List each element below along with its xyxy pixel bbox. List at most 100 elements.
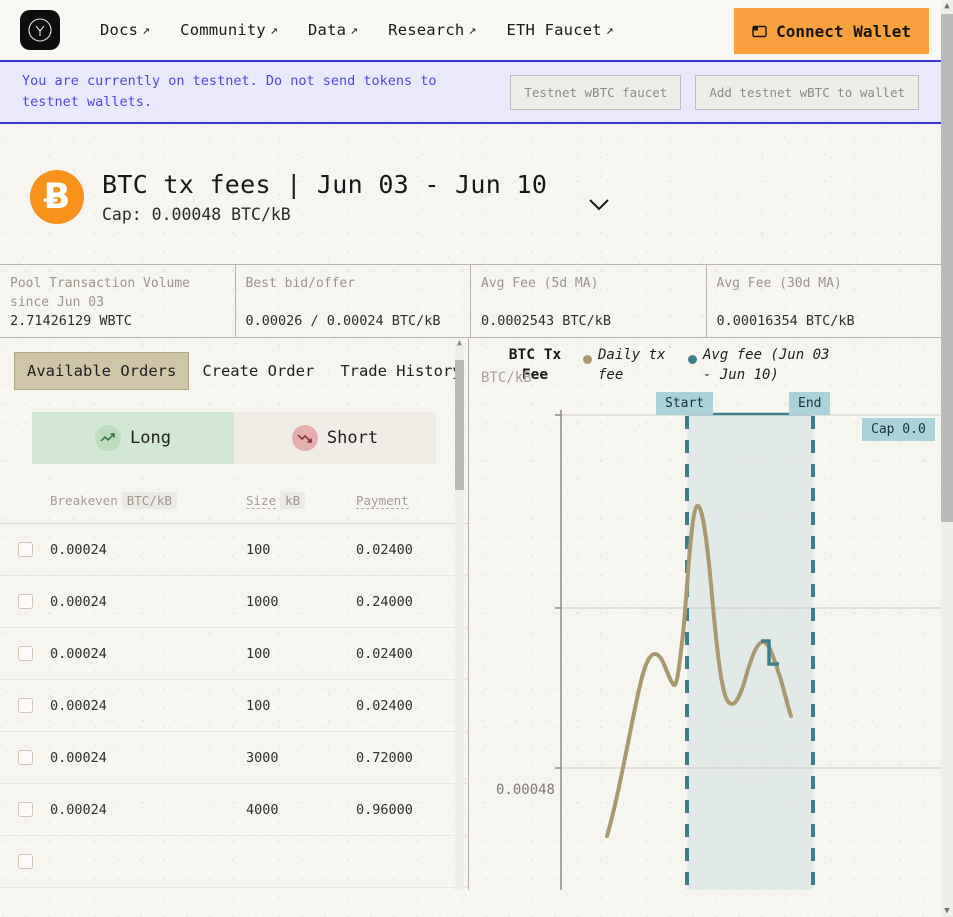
header-size-unit: kB <box>280 492 305 509</box>
table-row[interactable]: 0.00024 100 0.02400 <box>0 628 468 680</box>
connect-wallet-label: Connect Wallet <box>776 22 911 41</box>
page-scrollbar-track[interactable]: ▲ ▼ <box>941 0 953 917</box>
row-checkbox-cell <box>0 542 50 557</box>
yield-logo-icon[interactable] <box>20 10 60 50</box>
nav-link-research[interactable]: Research ↗ <box>388 21 476 39</box>
table-row[interactable] <box>0 836 468 888</box>
row-checkbox[interactable] <box>18 854 33 869</box>
stat-avg-fee-30d: Avg Fee (30d MA) 0.00016354 BTC/kB <box>707 265 942 337</box>
table-row[interactable]: 0.00024 3000 0.72000 <box>0 732 468 784</box>
header-breakeven[interactable]: Breakeven BTC/kB <box>50 493 246 508</box>
testnet-faucet-button[interactable]: Testnet wBTC faucet <box>510 75 681 110</box>
row-checkbox[interactable] <box>18 594 33 609</box>
app-root: Docs ↗ Community ↗ Data ↗ Research ↗ ETH… <box>0 0 953 917</box>
table-row[interactable]: 0.00024 100 0.02400 <box>0 680 468 732</box>
cell-size: 100 <box>246 542 356 558</box>
row-checkbox[interactable] <box>18 802 33 817</box>
nav-link-docs[interactable]: Docs ↗ <box>100 21 150 39</box>
chart-highlight-region <box>687 413 813 890</box>
navbar: Docs ↗ Community ↗ Data ↗ Research ↗ ETH… <box>0 0 941 62</box>
header-payment[interactable]: Payment <box>356 493 468 508</box>
header-breakeven-unit: BTC/kB <box>122 492 177 509</box>
main-split: Available Orders Create Order Trade Hist… <box>0 338 941 890</box>
nav-link-community-label: Community <box>180 21 266 39</box>
page-scrollbar-thumb[interactable] <box>941 14 953 522</box>
header-size[interactable]: SizekB <box>246 493 356 508</box>
short-toggle-button[interactable]: Short <box>234 412 436 464</box>
testnet-banner: You are currently on testnet. Do not sen… <box>0 62 941 124</box>
page-scroll-up-arrow[interactable]: ▲ <box>941 0 953 12</box>
nav-link-data-label: Data <box>308 21 346 39</box>
cell-size: 4000 <box>246 802 356 818</box>
short-toggle-label: Short <box>327 428 378 448</box>
stat-label: Best bid/offer <box>246 275 461 294</box>
header-breakeven-label: Breakeven <box>50 493 118 508</box>
external-link-icon: ↗ <box>350 23 358 38</box>
add-testnet-wbtc-button[interactable]: Add testnet wBTC to wallet <box>695 75 919 110</box>
cap-threshold-badge: Cap 0.0 <box>862 418 935 441</box>
cell-breakeven: 0.00024 <box>50 698 246 714</box>
table-row[interactable]: 0.00024 100 0.02400 <box>0 524 468 576</box>
page-content: Docs ↗ Community ↗ Data ↗ Research ↗ ETH… <box>0 0 941 917</box>
cell-payment: 0.24000 <box>356 594 468 610</box>
cell-payment: 0.02400 <box>356 646 468 662</box>
row-checkbox[interactable] <box>18 542 33 557</box>
nav-link-eth-faucet[interactable]: ETH Faucet ↗ <box>506 21 613 39</box>
tab-available-orders[interactable]: Available Orders <box>14 352 189 390</box>
header-size-label: Size <box>246 493 276 509</box>
stat-label: Pool Transaction Volume since Jun 03 <box>10 275 225 313</box>
stat-value: 2.71426129 WBTC <box>10 313 225 329</box>
row-checkbox[interactable] <box>18 698 33 713</box>
table-row[interactable]: 0.00024 4000 0.96000 <box>0 784 468 836</box>
table-scrollbar-thumb[interactable] <box>455 360 464 490</box>
chevron-down-icon[interactable] <box>587 197 611 216</box>
trend-down-icon <box>292 425 318 451</box>
cell-breakeven: 0.00024 <box>50 646 246 662</box>
connect-wallet-button[interactable]: Connect Wallet <box>734 8 929 54</box>
nav-link-data[interactable]: Data ↗ <box>308 21 358 39</box>
region-end-badge[interactable]: End <box>789 392 830 415</box>
cell-payment: 0.02400 <box>356 698 468 714</box>
fee-chart-panel: BTC Tx Fee BTC/kB Daily tx fee Avg fee (… <box>469 338 941 890</box>
tab-trade-history[interactable]: Trade History <box>327 352 474 390</box>
cap-label: Cap: 0.00048 BTC/kB <box>102 205 547 224</box>
external-link-icon: ↗ <box>606 23 614 38</box>
row-checkbox-cell <box>0 594 50 609</box>
row-checkbox[interactable] <box>18 646 33 661</box>
stat-label: Avg Fee (5d MA) <box>481 275 696 294</box>
nav-links: Docs ↗ Community ↗ Data ↗ Research ↗ ETH… <box>100 21 614 39</box>
stat-value: 0.0002543 BTC/kB <box>481 313 696 329</box>
cell-breakeven: 0.00024 <box>50 542 246 558</box>
stat-best-bid-offer: Best bid/offer 0.00026 / 0.00024 BTC/kB <box>236 265 472 337</box>
long-toggle-button[interactable]: Long <box>32 412 234 464</box>
trend-up-icon <box>95 425 121 451</box>
wallet-icon <box>752 24 767 38</box>
bitcoin-icon: Ƀ <box>30 170 84 224</box>
table-row[interactable]: 0.00024 1000 0.24000 <box>0 576 468 628</box>
nav-link-research-label: Research <box>388 21 464 39</box>
testnet-banner-text: You are currently on testnet. Do not sen… <box>22 71 496 113</box>
cell-payment: 0.72000 <box>356 750 468 766</box>
page-scroll-down-arrow[interactable]: ▼ <box>941 905 953 917</box>
cell-size: 100 <box>246 698 356 714</box>
region-start-badge[interactable]: Start <box>656 392 713 415</box>
fee-chart: BTC Tx Fee BTC/kB Daily tx fee Avg fee (… <box>469 338 941 890</box>
row-checkbox-cell <box>0 802 50 817</box>
row-checkbox-cell <box>0 646 50 661</box>
stat-label: Avg Fee (30d MA) <box>717 275 932 294</box>
stat-pool-volume: Pool Transaction Volume since Jun 03 2.7… <box>0 265 236 337</box>
nav-link-community[interactable]: Community ↗ <box>180 21 278 39</box>
row-checkbox[interactable] <box>18 750 33 765</box>
cell-size: 100 <box>246 646 356 662</box>
tab-create-order[interactable]: Create Order <box>189 352 327 390</box>
stat-avg-fee-5d: Avg Fee (5d MA) 0.0002543 BTC/kB <box>471 265 707 337</box>
nav-link-eth-faucet-label: ETH Faucet <box>506 21 601 39</box>
external-link-icon: ↗ <box>270 23 278 38</box>
y-tick-label: 0.00048 <box>477 782 555 798</box>
cell-breakeven: 0.00024 <box>50 802 246 818</box>
page-title: BTC tx fees | Jun 03 - Jun 10 <box>102 170 547 199</box>
row-checkbox-cell <box>0 854 50 869</box>
row-checkbox-cell <box>0 750 50 765</box>
orders-panel: Available Orders Create Order Trade Hist… <box>0 338 469 890</box>
external-link-icon: ↗ <box>468 23 476 38</box>
